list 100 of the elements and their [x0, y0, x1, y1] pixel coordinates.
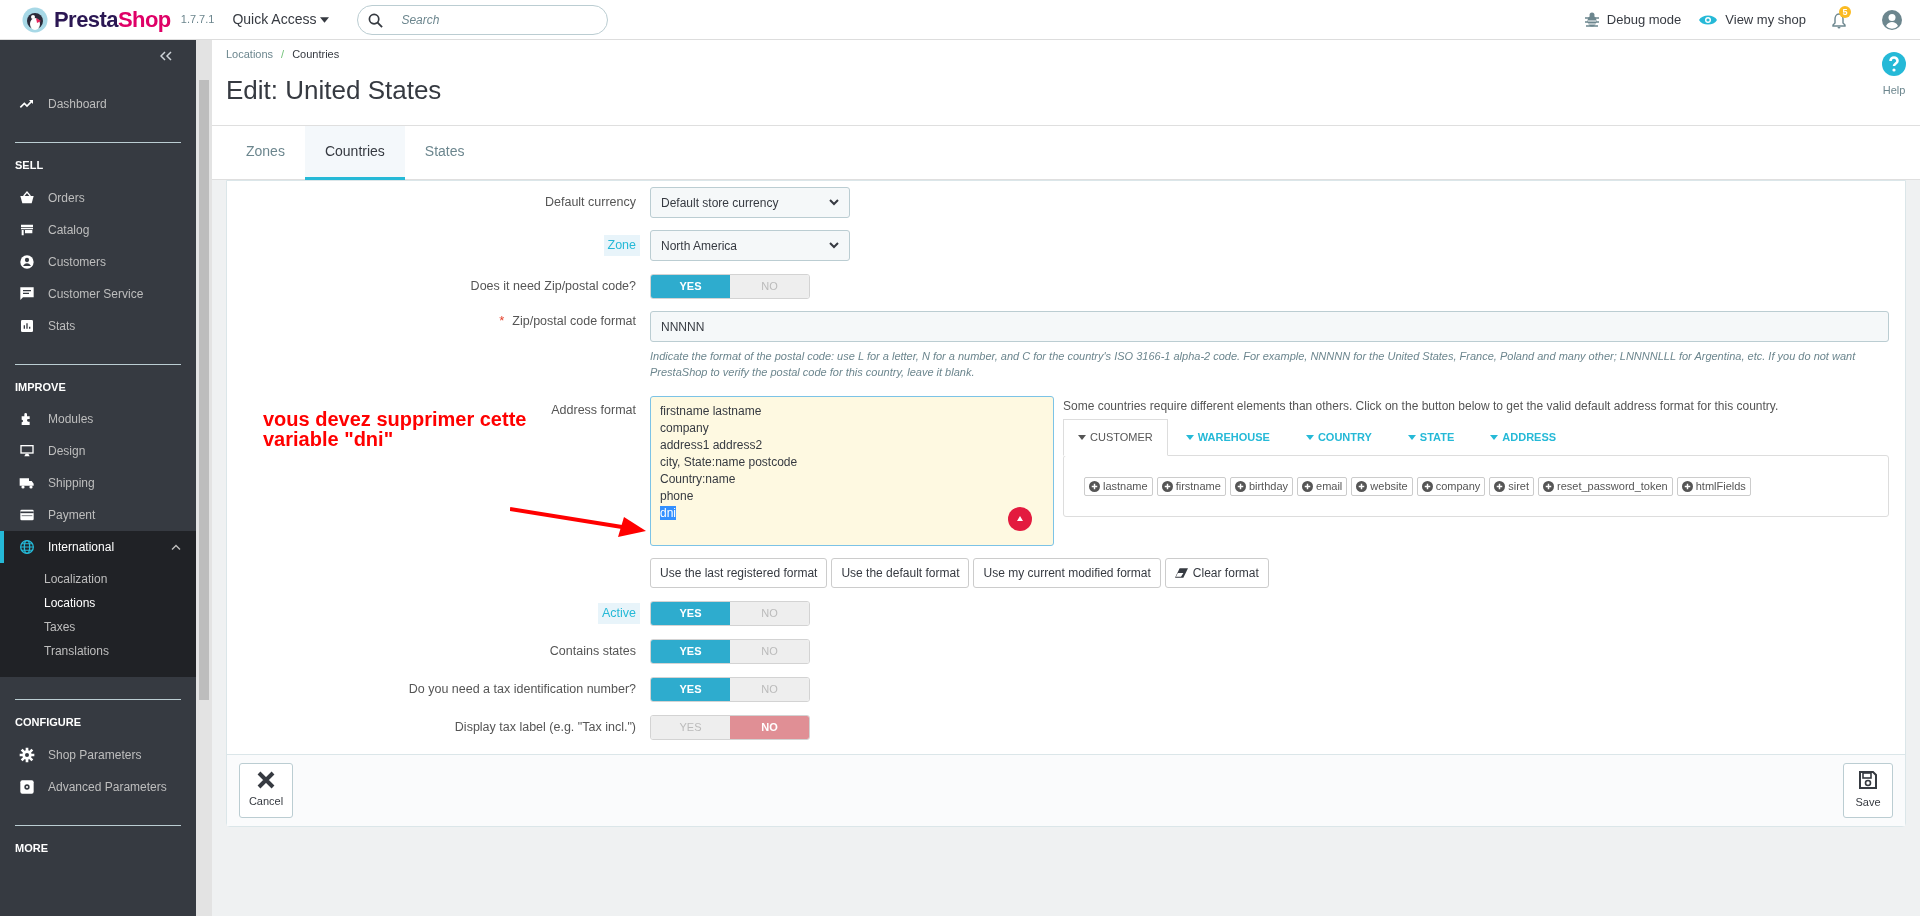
sidebar-item[interactable]: Customers — [0, 245, 196, 278]
truck-icon — [19, 475, 35, 491]
breadcrumb-link[interactable]: Countries — [292, 46, 340, 63]
save-button[interactable]: Save — [1843, 763, 1893, 818]
notification-badge: 5 — [1839, 5, 1851, 18]
user-avatar-icon — [1882, 9, 1902, 30]
format-button[interactable]: Use the default format — [831, 558, 970, 588]
sidebar-section-title: IMPROVE — [14, 379, 67, 395]
tab[interactable]: States — [404, 126, 485, 180]
warning-badge-icon — [1008, 507, 1032, 531]
field-tag-button[interactable]: lastname — [1084, 476, 1153, 496]
help-text: Indicate the format of the postal code: use L for a letter, N for a number, and C for the country's ISO 3166-1 alpha-2 code. For example, NNNNN for the United States, France, Poland and many other; LNNNNLLL for Argentina, etc. If you do not want PrestaShop to verify the postal code for this country, leave it blank. — [650, 349, 1857, 380]
credit-card-icon — [19, 507, 35, 523]
submenu-item[interactable]: Locations — [0, 591, 196, 615]
field-tag-button[interactable]: firstname — [1156, 476, 1226, 496]
user-circle-icon — [19, 253, 35, 270]
clear-format-button[interactable]: Clear format — [1164, 558, 1269, 588]
address-line: company — [660, 421, 709, 435]
format-button[interactable]: Use the last registered format — [650, 558, 828, 588]
version-label: 1.7.7.1 — [180, 12, 215, 28]
sidebar-section-title: MORE — [14, 840, 49, 856]
sidebar-item[interactable]: Design — [0, 435, 196, 467]
postal-format-input[interactable]: NNNNN — [650, 311, 1889, 342]
field-tag-button[interactable]: siret — [1489, 476, 1535, 496]
field-label: Address format — [550, 402, 637, 419]
address-help-text: Some countries require different elements than others. Click on the button below to get the valid default address format for this country. — [1063, 398, 1780, 415]
plus-circle-icon — [1421, 480, 1433, 492]
caret-icon — [1185, 434, 1194, 440]
cancel-button[interactable]: Cancel — [239, 763, 293, 818]
caret-icon — [1078, 435, 1086, 440]
address-line: address1 address2 — [660, 438, 763, 452]
monitor-icon — [19, 443, 35, 459]
puffin-icon — [22, 6, 48, 33]
field-label: Does it need Zip/postal code? — [469, 278, 637, 296]
address-line: Country:name — [660, 472, 736, 486]
search-field[interactable]: Search — [357, 4, 609, 35]
required-mark: * — [499, 312, 505, 330]
address-line: firstname lastname — [660, 404, 762, 418]
field-label: Zone — [603, 235, 640, 256]
plus-circle-icon — [1494, 480, 1506, 492]
sidebar-item[interactable]: Payment — [0, 499, 196, 531]
sidebar-item[interactable]: Dashboard — [0, 88, 196, 120]
tab[interactable]: Zones — [226, 126, 305, 180]
plus-circle-icon — [1089, 480, 1100, 492]
format-button[interactable]: Use my current modified format — [973, 558, 1161, 588]
field-tag-button[interactable]: email — [1297, 476, 1348, 496]
search-icon — [368, 12, 384, 28]
field-label: Contains states — [548, 643, 637, 661]
sidebar-item[interactable]: Shop Parameters — [0, 738, 196, 771]
caret-icon — [320, 16, 330, 23]
eye-icon — [1699, 13, 1718, 26]
sidebar-item[interactable]: Catalog — [0, 213, 196, 246]
sidebar-item[interactable]: Orders — [0, 181, 196, 214]
chevron-up-icon — [171, 544, 181, 550]
plus-circle-icon — [1302, 480, 1314, 492]
address-line: city, State:name postcode — [660, 455, 798, 469]
chevron-down-icon — [829, 242, 839, 249]
plus-circle-icon — [1234, 480, 1246, 492]
sidebar-item[interactable]: Stats — [0, 309, 196, 342]
field-label: Active — [597, 603, 640, 624]
field-tag-button[interactable]: company — [1416, 476, 1486, 496]
breadcrumb-separator: / — [281, 47, 285, 62]
submenu-item[interactable]: Translations — [0, 639, 196, 663]
select-field[interactable]: Default store currency — [650, 187, 850, 218]
address-line: phone — [660, 489, 694, 503]
field-label: Default currency — [544, 194, 637, 212]
plus-circle-icon — [1161, 480, 1173, 492]
quick-access-menu[interactable]: Quick Access — [232, 9, 330, 30]
bug-icon — [1584, 12, 1599, 27]
sidebar-section-title: CONFIGURE — [14, 715, 82, 730]
sidebar-item[interactable]: Modules — [0, 403, 196, 435]
submenu-item[interactable]: Localization — [0, 567, 196, 591]
close-icon — [257, 771, 275, 790]
address-tab[interactable]: CUSTOMER — [1063, 419, 1168, 456]
bar-chart-icon — [19, 317, 35, 334]
help-button[interactable]: Help — [1882, 40, 1906, 125]
tab[interactable]: Countries — [304, 126, 405, 180]
view-my-shop-link[interactable]: View my shop — [1725, 9, 1806, 30]
collapse-icon — [160, 51, 172, 61]
caret-icon — [1305, 434, 1314, 440]
plus-circle-icon — [1681, 480, 1693, 492]
address-format-textarea[interactable]: firstname lastname company address1 address2 city, State:name postcode Country:name phone dni — [650, 396, 1054, 546]
field-tag-button[interactable]: htmlFields — [1676, 476, 1751, 496]
breadcrumb-link[interactable]: Locations — [226, 46, 274, 63]
sidebar-item[interactable]: Advanced Parameters — [0, 770, 196, 803]
submenu-item[interactable]: Taxes — [0, 615, 196, 639]
plus-circle-icon — [1543, 480, 1555, 492]
caret-icon — [1407, 434, 1416, 440]
prestashop-logo[interactable]: PrestaShop — [22, 4, 171, 35]
chat-icon — [19, 285, 35, 302]
field-tag-button[interactable]: birthday — [1229, 476, 1294, 496]
sidebar-item[interactable]: Customer Service — [0, 277, 196, 310]
select-field[interactable]: North America — [650, 230, 850, 261]
field-label: Display tax label (e.g. "Tax incl.") — [453, 719, 637, 737]
field-tag-button[interactable]: reset_password_token — [1538, 476, 1673, 496]
sidebar-item[interactable]: Shipping — [0, 467, 196, 499]
caret-icon — [1490, 434, 1499, 440]
debug-mode-link[interactable]: Debug mode — [1606, 9, 1682, 30]
plus-circle-icon — [1356, 480, 1368, 492]
field-tag-button[interactable]: website — [1351, 476, 1413, 496]
